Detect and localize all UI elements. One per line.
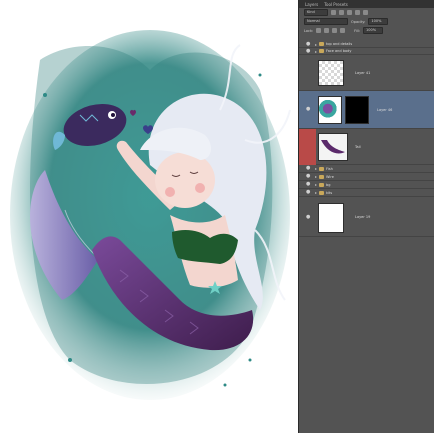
blend-mode-value: Normal xyxy=(307,19,320,23)
lock-brush-icon[interactable] xyxy=(324,28,330,33)
layer-row[interactable]: ● ▸ kits xyxy=(299,189,434,197)
filter-smart-object-icon[interactable] xyxy=(363,10,368,15)
layer-row[interactable]: ● ▸ Fish xyxy=(299,165,434,173)
layer-row[interactable]: ● ▸ top and details xyxy=(299,41,434,48)
visibility-eye-icon[interactable]: ● xyxy=(306,215,311,220)
opacity-value: 100% xyxy=(371,19,382,23)
chevron-right-icon[interactable]: ▸ xyxy=(315,174,317,179)
chevron-right-icon[interactable]: ▸ xyxy=(315,182,317,187)
filter-adjustment-icon[interactable] xyxy=(339,10,344,15)
layer-name: Layer 41 xyxy=(355,70,371,75)
chevron-right-icon[interactable]: ▸ xyxy=(315,190,317,195)
filter-row: Kind xyxy=(299,8,434,17)
visibility-eye-icon[interactable]: ● xyxy=(306,41,311,47)
layer-thumbnail xyxy=(318,203,344,233)
layer-name: Layer 19 xyxy=(355,214,371,219)
layer-name: bg xyxy=(326,182,331,187)
layer-name: kits xyxy=(326,190,333,195)
layer-row[interactable]: ● ▸ Face and body xyxy=(299,48,434,55)
lock-all-icon[interactable] xyxy=(340,28,346,33)
mermaid-illustration xyxy=(10,30,291,400)
opacity-field[interactable]: 100% xyxy=(368,18,389,25)
blend-mode-select[interactable]: Normal xyxy=(304,18,348,25)
blend-row: Normal Opacity: 100% xyxy=(299,17,434,26)
visibility-eye-icon[interactable]: ● xyxy=(306,166,311,171)
layer-thumbnail xyxy=(318,96,342,124)
mermaid-top xyxy=(172,230,238,264)
layers-panel: Layers Tool Presets Kind Normal Opacity:… xyxy=(298,0,434,433)
visibility-eye-icon[interactable]: ● xyxy=(306,107,311,112)
layer-list: ● ▸ top and details ● ▸ Face and body La… xyxy=(299,41,434,433)
fill-field[interactable]: 100% xyxy=(363,27,384,34)
visibility-eye-icon[interactable]: ● xyxy=(306,182,311,187)
chevron-right-icon[interactable]: ▸ xyxy=(315,166,317,171)
folder-icon xyxy=(319,42,325,46)
lock-label: Lock: xyxy=(304,28,314,33)
folder-icon xyxy=(319,182,325,187)
filter-type-icon[interactable] xyxy=(347,10,352,15)
visibility-eye-icon[interactable]: ● xyxy=(306,48,311,54)
tab-layers[interactable]: Layers xyxy=(305,2,318,7)
layer-row[interactable]: ● Layer 19 xyxy=(299,197,434,237)
layer-name: Fish xyxy=(326,166,333,171)
layer-name: top and details xyxy=(326,42,353,46)
visibility-eye-icon[interactable]: ● xyxy=(306,190,311,195)
mermaid-face xyxy=(155,152,215,208)
layer-row[interactable]: ● ▸ Wire xyxy=(299,173,434,181)
folder-icon xyxy=(319,190,325,195)
layer-row[interactable]: ● ▸ bg xyxy=(299,181,434,189)
fill-label: Fill: xyxy=(354,28,361,33)
filter-kind-value: Kind xyxy=(307,10,315,14)
chevron-right-icon[interactable]: ▸ xyxy=(315,49,317,54)
folder-icon xyxy=(319,49,325,53)
filter-pixel-icon[interactable] xyxy=(331,10,336,15)
chevron-right-icon[interactable]: ▸ xyxy=(315,42,317,47)
layer-name: Layer 46 xyxy=(377,107,393,112)
layer-row-selected[interactable]: ● Layer 46 xyxy=(299,91,434,129)
layer-name: Tail xyxy=(355,144,361,149)
color-label-red xyxy=(299,129,316,165)
opacity-label: Opacity: xyxy=(351,19,366,24)
lock-move-icon[interactable] xyxy=(332,28,338,33)
folder-icon xyxy=(319,174,325,179)
lock-row: Lock: Fill: 100% xyxy=(299,26,434,35)
layer-name: Face and body xyxy=(326,49,352,53)
layer-thumbnail xyxy=(318,60,344,86)
visibility-eye-icon[interactable]: ● xyxy=(306,174,311,179)
folder-icon xyxy=(319,166,325,171)
layer-mask-thumbnail xyxy=(345,96,369,124)
panel-tab-bar: Layers Tool Presets xyxy=(299,0,434,8)
filter-kind-select[interactable]: Kind xyxy=(304,9,328,16)
layer-row[interactable]: Layer 41 xyxy=(299,55,434,91)
fill-value: 100% xyxy=(366,28,377,32)
layer-name: Wire xyxy=(326,174,334,179)
tab-tool-presets[interactable]: Tool Presets xyxy=(324,2,348,7)
layer-thumbnail xyxy=(318,133,348,161)
layer-row[interactable]: Tail xyxy=(299,129,434,165)
document-canvas[interactable] xyxy=(0,0,298,433)
lock-transparent-icon[interactable] xyxy=(316,28,322,33)
filter-shape-icon[interactable] xyxy=(355,10,360,15)
